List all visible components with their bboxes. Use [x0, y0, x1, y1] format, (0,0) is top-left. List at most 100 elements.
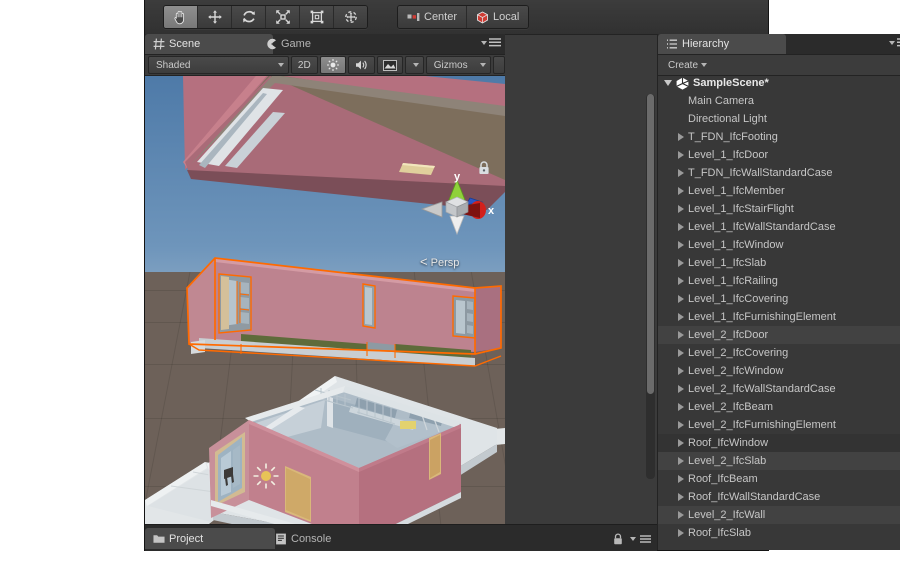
tab-game[interactable]: Game: [257, 34, 377, 54]
hierarchy-tree[interactable]: SampleScene* Main Camera Directional Ligh…: [658, 74, 900, 584]
chevron-right-icon[interactable]: [678, 403, 684, 411]
chevron-right-icon[interactable]: [678, 457, 684, 465]
hierarchy-item[interactable]: Level_1_IfcCovering: [658, 290, 900, 308]
hamburger-menu-icon[interactable]: [640, 534, 651, 544]
tab-project[interactable]: Project: [145, 528, 275, 549]
hierarchy-item-label: Level_2_IfcDoor: [688, 329, 769, 341]
hierarchy-item[interactable]: Level_1_IfcFurnishingElement: [658, 308, 900, 326]
scene-lighting-toggle[interactable]: [319, 56, 346, 74]
scrollbar-thumb[interactable]: [647, 94, 654, 394]
scene-fx-dropdown[interactable]: [404, 56, 424, 74]
hierarchy-item[interactable]: Level_2_IfcWall: [658, 506, 900, 524]
scale-tool-button[interactable]: [266, 6, 300, 28]
scene-audio-toggle[interactable]: [347, 56, 375, 74]
draw-mode-label: Shaded: [156, 59, 191, 71]
create-button-label: Create: [668, 59, 699, 71]
hierarchy-item-label: Level_1_IfcSlab: [688, 257, 767, 269]
chevron-right-icon[interactable]: [678, 511, 684, 519]
chevron-right-icon[interactable]: [678, 151, 684, 159]
hierarchy-item[interactable]: Level_1_IfcWallStandardCase: [658, 218, 900, 236]
hierarchy-tab-menu[interactable]: [886, 38, 900, 48]
two-d-label: 2D: [297, 59, 311, 71]
chevron-down-icon[interactable]: [664, 80, 672, 86]
chevron-right-icon[interactable]: [678, 421, 684, 429]
chevron-right-icon[interactable]: [678, 475, 684, 483]
chevron-right-icon[interactable]: [678, 187, 684, 195]
hierarchy-item[interactable]: Level_2_IfcWallStandardCase: [658, 380, 900, 398]
hierarchy-item[interactable]: Level_1_IfcMember: [658, 182, 900, 200]
hierarchy-item[interactable]: Level_2_IfcBeam: [658, 398, 900, 416]
hierarchy-item-label: Level_1_IfcRailing: [688, 275, 778, 287]
chevron-right-icon[interactable]: [678, 349, 684, 357]
hierarchy-item[interactable]: Level_2_IfcDoor: [658, 326, 900, 344]
chevron-right-icon[interactable]: [678, 385, 684, 393]
hierarchy-item[interactable]: Roof_IfcWindow: [658, 434, 900, 452]
chevron-right-icon[interactable]: [678, 331, 684, 339]
move-tool-button[interactable]: [198, 6, 232, 28]
chevron-right-icon[interactable]: [678, 313, 684, 321]
hierarchy-item[interactable]: Level_2_IfcWindow: [658, 362, 900, 380]
hierarchy-item[interactable]: Roof_IfcWallStandardCase: [658, 488, 900, 506]
hierarchy-item[interactable]: Level_2_IfcFurnishingElement: [658, 416, 900, 434]
scene-search-input[interactable]: [492, 56, 505, 74]
hierarchy-item[interactable]: Level_1_IfcDoor: [658, 146, 900, 164]
scene-orientation-gizmo[interactable]: y x: [420, 172, 494, 246]
hand-tool-button[interactable]: [164, 6, 198, 28]
hierarchy-item[interactable]: Level_2_IfcSlab: [658, 452, 900, 470]
hierarchy-item-label: Main Camera: [688, 95, 755, 107]
chevron-right-icon[interactable]: [678, 277, 684, 285]
tab-console[interactable]: Console: [267, 528, 397, 549]
chevron-right-icon[interactable]: [678, 439, 684, 447]
chevron-right-icon[interactable]: [678, 529, 684, 537]
scene-viewport[interactable]: y x < Persp: [145, 76, 505, 524]
hierarchy-item[interactable]: Level_1_IfcRailing: [658, 272, 900, 290]
two-d-toggle-button[interactable]: 2D: [290, 56, 318, 74]
gizmo-x-label: x: [488, 205, 494, 217]
rotate-tool-button[interactable]: [232, 6, 266, 28]
scene-fx-button[interactable]: [376, 56, 403, 74]
create-button[interactable]: Create: [662, 57, 712, 73]
hierarchy-item-label: Roof_IfcBeam: [688, 473, 758, 485]
hierarchy-item[interactable]: Level_1_IfcStairFlight: [658, 200, 900, 218]
hierarchy-scene-row[interactable]: SampleScene*: [658, 74, 900, 92]
hierarchy-item[interactable]: Main Camera: [658, 92, 900, 110]
hierarchy-item-label: Directional Light: [688, 113, 767, 125]
hierarchy-item[interactable]: Level_1_IfcWindow: [658, 236, 900, 254]
chevron-right-icon[interactable]: [678, 367, 684, 375]
hierarchy-item-label: Level_1_IfcWallStandardCase: [688, 221, 836, 233]
hierarchy-item[interactable]: Directional Light: [658, 110, 900, 128]
hierarchy-scrollbar[interactable]: [646, 94, 655, 479]
pivot-rotation-button[interactable]: Local: [467, 6, 529, 28]
hierarchy-item[interactable]: Roof_IfcBeam: [658, 470, 900, 488]
tab-console-label: Console: [291, 532, 332, 545]
viewport-lock-button[interactable]: [478, 161, 490, 178]
point-light-gizmo[interactable]: [252, 462, 280, 493]
hierarchy-item[interactable]: Level_2_IfcCovering: [658, 344, 900, 362]
hierarchy-item[interactable]: Level_1_IfcSlab: [658, 254, 900, 272]
draw-mode-dropdown[interactable]: Shaded: [148, 56, 289, 74]
hierarchy-item[interactable]: Roof_IfcSlab: [658, 524, 900, 542]
hierarchy-item[interactable]: T_FDN_IfcFooting: [658, 128, 900, 146]
chevron-right-icon[interactable]: [678, 259, 684, 267]
chevron-right-icon[interactable]: [678, 169, 684, 177]
chevron-right-icon[interactable]: [678, 223, 684, 231]
hierarchy-item[interactable]: T_FDN_IfcWallStandardCase: [658, 164, 900, 182]
chevron-right-icon[interactable]: [678, 205, 684, 213]
hierarchy-item-label: Roof_IfcWindow: [688, 437, 769, 449]
lock-icon[interactable]: [613, 533, 623, 545]
chevron-right-icon[interactable]: [678, 133, 684, 141]
chevron-right-icon[interactable]: [678, 295, 684, 303]
chevron-right-icon[interactable]: [678, 493, 684, 501]
chevron-right-icon[interactable]: [678, 241, 684, 249]
tab-scene[interactable]: Scene: [145, 34, 273, 54]
rect-tool-button[interactable]: [300, 6, 334, 28]
perspective-label[interactable]: < Persp: [420, 254, 459, 269]
tab-hierarchy[interactable]: Hierarchy: [658, 34, 786, 54]
transform-tool-button[interactable]: [334, 6, 367, 28]
gizmos-dropdown[interactable]: Gizmos: [425, 56, 491, 74]
pivot-mode-button[interactable]: Center: [398, 6, 468, 28]
building-model: [145, 76, 505, 524]
lock-icon: [479, 161, 489, 174]
scene-tab-menu[interactable]: [478, 38, 501, 48]
rotate-icon: [242, 10, 255, 23]
